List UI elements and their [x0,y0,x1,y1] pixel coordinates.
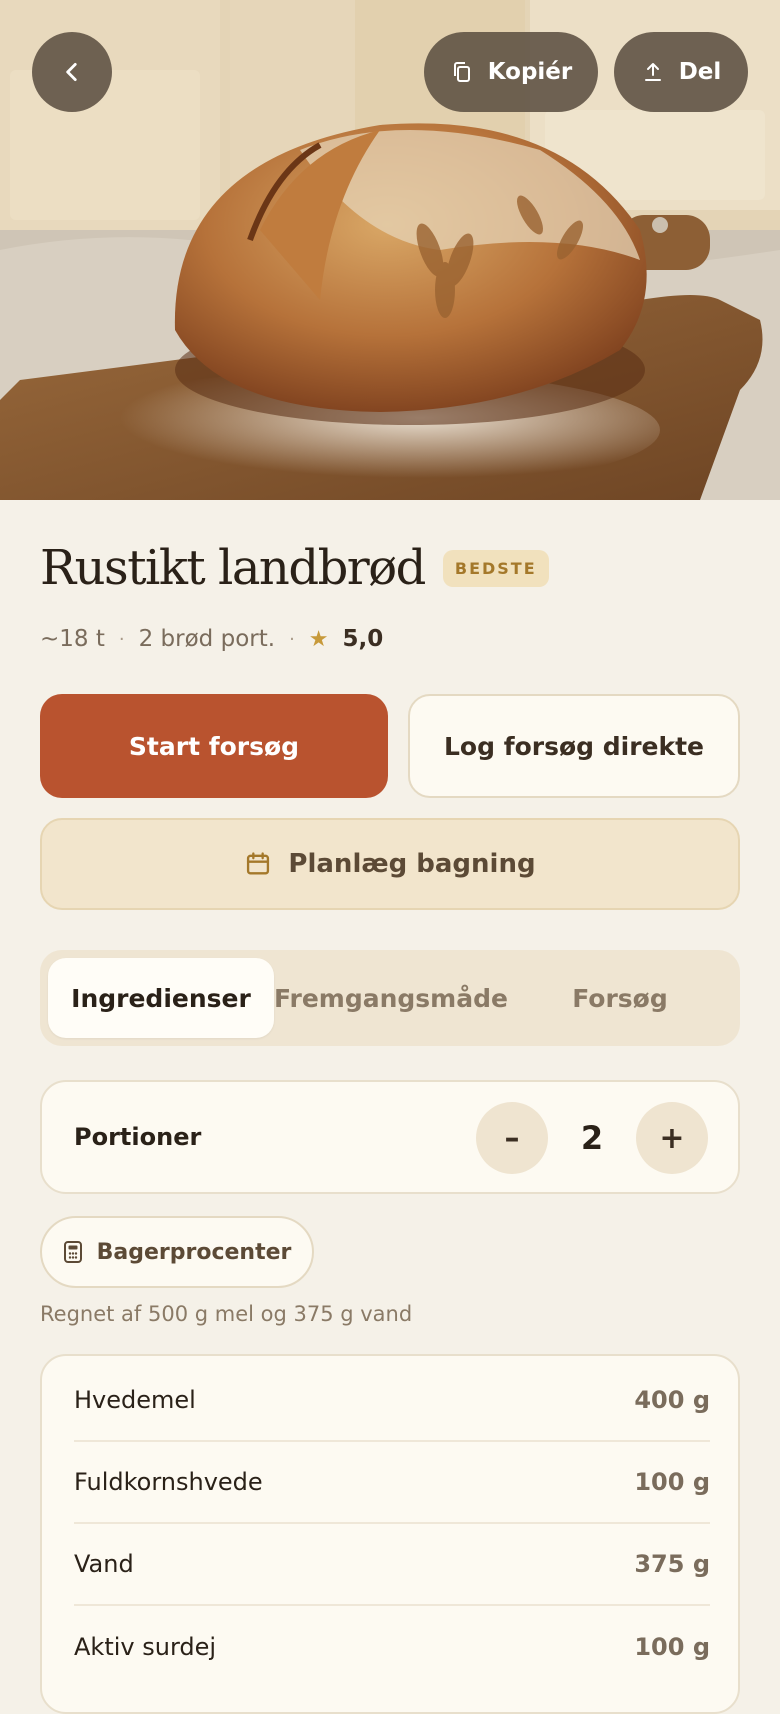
bakers-percent-label: Bagerprocenter [96,1239,292,1265]
ingredient-row: Hvedemel 400 g [74,1360,710,1442]
calculator-icon [63,1241,82,1263]
chevron-left-icon [66,63,77,81]
bakers-percent-button[interactable]: Bagerprocenter [40,1216,314,1288]
ingredient-amount: 100 g [634,1468,710,1496]
ingredient-row: Aktiv surdej 100 g [74,1606,710,1688]
best-badge: BEDSTE [442,549,549,587]
copy-icon [453,62,470,82]
back-button[interactable] [32,32,112,112]
bakers-percent-note: Regnet af 500 g mel og 375 g vand [40,1302,413,1326]
share-label: Del [678,59,722,85]
recipe-title: Rustikt landbrød [40,540,426,596]
ingredient-amount: 400 g [634,1386,710,1414]
title-row: Rustikt landbrød BEDSTE [40,540,549,596]
ingredient-name: Vand [74,1550,134,1578]
copy-label: Kopiér [487,59,573,85]
calendar-icon [247,852,270,875]
separator-dot: · [118,628,125,650]
separator-dot: · [289,628,295,650]
star-icon: ★ [308,626,329,652]
recipe-tabs: Ingredienser Fremgangsmåde Forsøg [40,950,740,1046]
recipe-time: ~18 t [40,626,105,652]
ingredient-amount: 375 g [634,1550,710,1578]
start-attempt-button[interactable]: Start forsøg [40,694,388,798]
portions-card: Portioner – 2 + [40,1080,740,1194]
log-attempt-button[interactable]: Log forsøg direkte [408,694,740,798]
recipe-rating: 5,0 [342,626,384,652]
tab-ingredients[interactable]: Ingredienser [48,958,274,1038]
log-attempt-label: Log forsøg direkte [443,731,705,761]
ingredient-name: Fuldkornshvede [74,1468,263,1496]
portions-label: Portioner [74,1123,202,1151]
start-attempt-label: Start forsøg [128,731,300,761]
share-icon [644,63,661,81]
tab-method[interactable]: Fremgangsmåde [274,958,508,1038]
copy-button[interactable]: Kopiér [424,32,598,112]
recipe-yield: 2 brød port. [138,626,276,652]
decrease-portions-button[interactable]: – [476,1102,548,1174]
plan-baking-label: Planlæg bagning [288,849,536,879]
ingredients-card: Hvedemel 400 g Fuldkornshvede 100 g Vand… [40,1354,740,1714]
recipe-meta: ~18 t · 2 brød port. · ★ 5,0 [40,626,383,652]
increase-portions-button[interactable]: + [636,1102,708,1174]
portions-count: 2 [580,1119,604,1157]
ingredient-amount: 100 g [634,1633,710,1661]
ingredient-name: Hvedemel [74,1386,196,1414]
share-button[interactable]: Del [614,32,748,112]
tab-attempts[interactable]: Forsøg [508,958,732,1038]
ingredient-name: Aktiv surdej [74,1633,217,1661]
plan-baking-button[interactable]: Planlæg bagning [40,818,740,910]
ingredient-row: Vand 375 g [74,1524,710,1606]
ingredient-row: Fuldkornshvede 100 g [74,1442,710,1524]
